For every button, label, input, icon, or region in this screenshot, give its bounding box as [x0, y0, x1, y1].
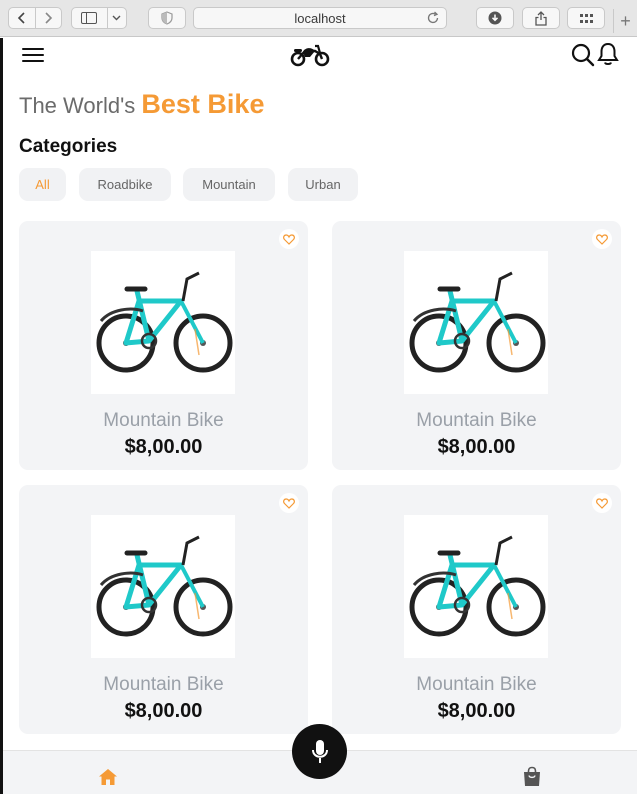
chevron-down-icon: [112, 15, 121, 21]
home-icon[interactable]: [98, 768, 118, 786]
downloads-button[interactable]: [476, 7, 514, 29]
product-price: $8,00.00: [124, 436, 203, 458]
bicycle-icon: [409, 535, 546, 637]
tab-overview-button[interactable]: [567, 7, 605, 29]
shopping-bag-icon[interactable]: [522, 766, 542, 787]
product-card[interactable]: Mountain Bike $8,00.00: [332, 221, 621, 470]
chip-mountain[interactable]: Mountain: [183, 168, 275, 201]
browser-toolbar: localhost +: [0, 0, 637, 37]
reload-icon: [427, 11, 439, 24]
product-name: Mountain Bike: [103, 410, 224, 431]
forward-icon: [45, 12, 53, 24]
product-card[interactable]: Mountain Bike $8,00.00: [19, 485, 308, 734]
address-text: localhost: [294, 10, 346, 26]
product-image: [404, 251, 548, 394]
product-name: Mountain Bike: [416, 410, 537, 431]
categories-title: Categories: [19, 136, 118, 157]
hero-headline: The World's Best Bike: [19, 89, 264, 120]
sidebar-toggle-button[interactable]: [71, 7, 127, 29]
product-price: $8,00.00: [437, 436, 516, 458]
heart-icon: [596, 497, 608, 509]
back-button[interactable]: [9, 8, 35, 28]
bicycle-icon: [96, 271, 233, 373]
favorite-button[interactable]: [279, 229, 299, 249]
app-header: [3, 38, 637, 72]
favorite-button[interactable]: [592, 493, 612, 513]
search-icon[interactable]: [571, 43, 595, 67]
favorite-button[interactable]: [279, 493, 299, 513]
product-card[interactable]: Mountain Bike $8,00.00: [19, 221, 308, 470]
product-price: $8,00.00: [437, 700, 516, 722]
heart-icon: [283, 497, 295, 509]
menu-icon[interactable]: [22, 46, 46, 64]
microphone-button[interactable]: [292, 724, 347, 779]
product-name: Mountain Bike: [103, 674, 224, 695]
download-icon: [488, 11, 502, 25]
share-icon: [535, 10, 547, 26]
new-tab-icon: +: [620, 10, 631, 31]
chip-urban[interactable]: Urban: [288, 168, 358, 201]
product-image: [404, 515, 548, 658]
app-screen: The World's Best Bike Categories All Roa…: [0, 38, 637, 794]
share-button[interactable]: [522, 7, 560, 29]
tabs-grid-icon: [579, 13, 593, 23]
sidebar-icon: [81, 12, 98, 24]
address-bar[interactable]: localhost: [193, 7, 447, 29]
favorite-button[interactable]: [592, 229, 612, 249]
product-card[interactable]: Mountain Bike $8,00.00: [332, 485, 621, 734]
product-image: [91, 515, 235, 658]
reload-button[interactable]: [426, 11, 440, 25]
chip-all[interactable]: All: [19, 168, 66, 201]
bicycle-icon: [409, 271, 546, 373]
heart-icon: [283, 233, 295, 245]
product-price: $8,00.00: [124, 700, 203, 722]
shield-icon: [161, 11, 173, 25]
privacy-button[interactable]: [148, 7, 186, 29]
heart-icon: [596, 233, 608, 245]
motorbike-logo-icon: [290, 44, 330, 67]
forward-button[interactable]: [34, 8, 61, 28]
back-icon: [17, 12, 25, 24]
chip-roadbike[interactable]: Roadbike: [79, 168, 171, 201]
nav-buttons: [8, 7, 62, 29]
product-name: Mountain Bike: [416, 674, 537, 695]
hero-prefix: The World's: [19, 93, 136, 118]
hero-accent: Best Bike: [141, 89, 265, 119]
product-image: [91, 251, 235, 394]
microphone-icon: [311, 739, 328, 763]
new-tab-button[interactable]: +: [613, 9, 637, 33]
bell-icon[interactable]: [597, 42, 619, 67]
bicycle-icon: [96, 535, 233, 637]
